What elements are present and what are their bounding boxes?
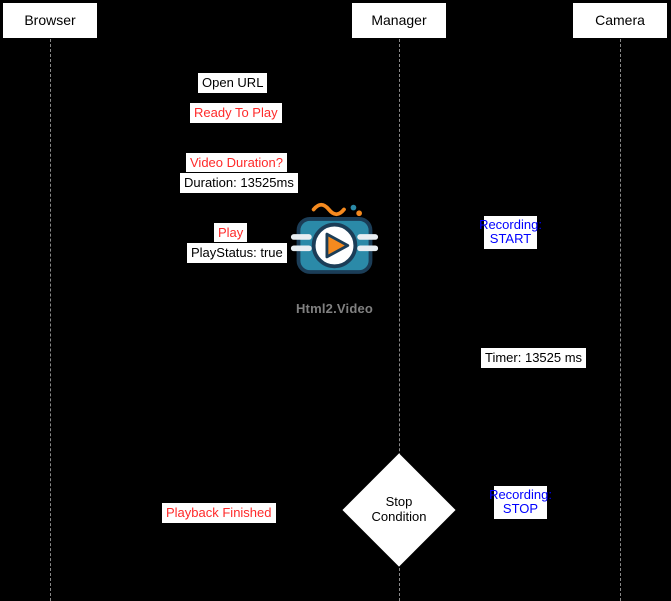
msg-play: Play [213,222,248,244]
logo: Html2.Video [287,200,382,316]
msg-open-url: Open URL [197,72,268,94]
msg-duration-reply: Duration: 13525ms [179,172,299,194]
msg-playback-finished: Playback Finished [161,502,277,524]
actor-camera: Camera [572,2,668,39]
actor-manager: Manager [351,2,447,39]
msg-recording-stop: Recording: STOP [493,485,548,520]
msg-recording-start: Recording: START [483,215,538,250]
lifeline-browser [50,39,51,601]
play-video-icon [287,200,382,290]
actor-browser: Browser [2,2,98,39]
logo-caption: Html2.Video [287,301,382,316]
decision-stop-condition: Stop Condition [359,470,439,550]
msg-play-status: PlayStatus: true [186,242,288,264]
msg-video-duration: Video Duration? [185,152,288,174]
decision-stop-condition-label: Stop Condition [359,470,439,550]
msg-ready-to-play: Ready To Play [189,102,283,124]
msg-timer: Timer: 13525 ms [480,347,587,369]
lifeline-camera [620,39,621,601]
